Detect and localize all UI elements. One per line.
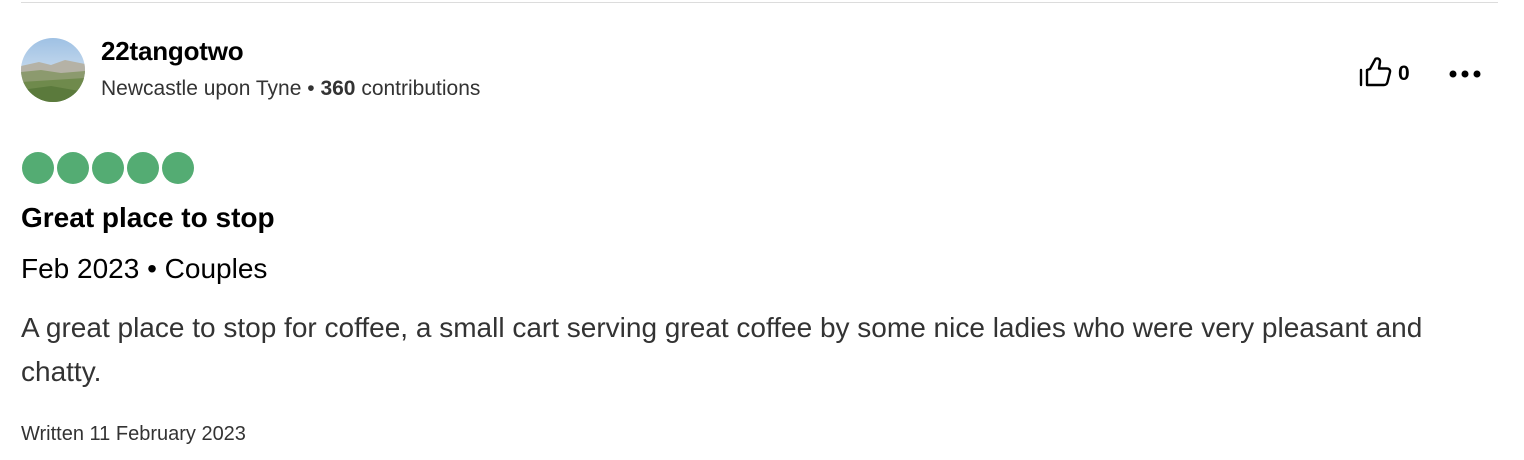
divider [21, 2, 1498, 3]
written-date: Written 11 February 2023 [21, 423, 246, 445]
more-options-button[interactable] [1446, 60, 1484, 88]
user-location: Newcastle upon Tyne [101, 77, 302, 100]
thumbs-up-icon [1358, 56, 1392, 93]
avatar-photo [21, 38, 85, 102]
review-title[interactable]: Great place to stop [21, 202, 275, 234]
user-meta: Newcastle upon Tyne • 360 contributions [101, 77, 480, 101]
bubble-rating [22, 152, 197, 184]
contributions-count: 360 [320, 77, 356, 100]
review-card: 22tangotwo Newcastle upon Tyne • 360 con… [0, 0, 1524, 460]
rating-bubble [162, 152, 194, 184]
helpful-vote-button[interactable]: 0 [1358, 56, 1410, 93]
rating-bubble [127, 152, 159, 184]
username-link[interactable]: 22tangotwo [101, 36, 244, 67]
contributions-label: contributions [355, 77, 481, 100]
rating-bubble [92, 152, 124, 184]
rating-bubble [22, 152, 54, 184]
trip-info: Feb 2023 • Couples [21, 253, 268, 284]
rating-bubble [57, 152, 89, 184]
meta-separator: • [301, 77, 321, 100]
helpful-count: 0 [1398, 62, 1410, 85]
review-text: A great place to stop for coffee, a smal… [21, 312, 1423, 387]
more-options-icon [1448, 65, 1482, 83]
user-avatar[interactable] [21, 38, 85, 102]
